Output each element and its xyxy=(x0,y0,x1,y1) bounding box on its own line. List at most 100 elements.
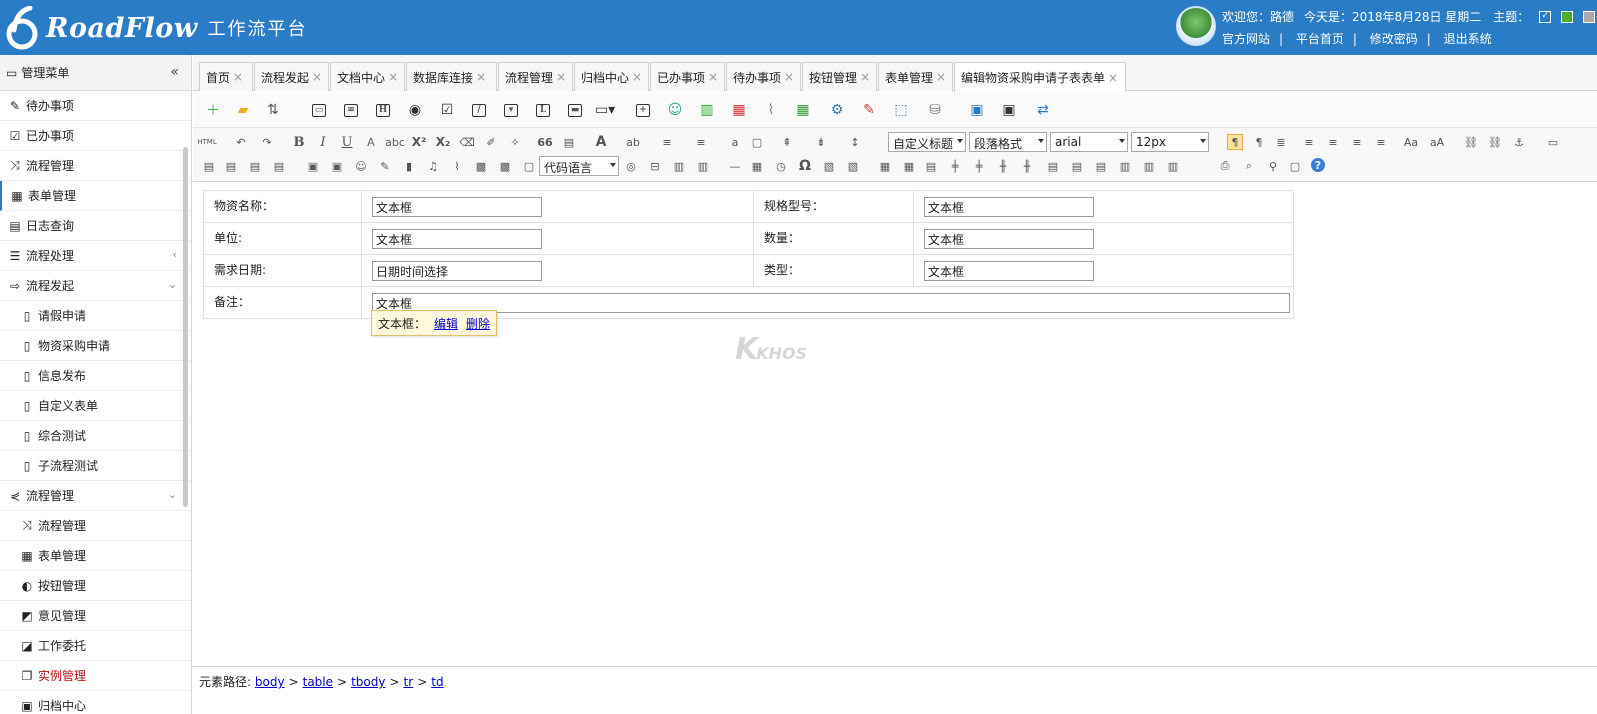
link-change-password[interactable]: 修改密码 xyxy=(1370,32,1418,46)
close-icon[interactable]: × xyxy=(708,70,718,84)
hidden-field-icon[interactable]: ▭▾ xyxy=(595,102,615,118)
split-cols-icon[interactable]: ▥ xyxy=(1165,158,1181,174)
help-icon[interactable]: ? xyxy=(1311,158,1325,172)
select-area-icon[interactable]: ⬚ xyxy=(893,102,909,118)
simple-upload-icon[interactable]: ▣ xyxy=(305,158,321,174)
align-left-icon[interactable]: ≡ xyxy=(1301,134,1317,150)
special-char-icon[interactable]: Ω xyxy=(797,158,813,174)
code-language-select[interactable]: 代码语言 xyxy=(539,156,619,176)
redo-icon[interactable]: ↷ xyxy=(259,134,275,150)
tab[interactable]: 首页 × xyxy=(199,62,253,91)
form-textbox[interactable]: 文本框 xyxy=(924,229,1094,249)
insert-paragraph-icon[interactable]: ▤ xyxy=(923,158,939,174)
delete-col-icon[interactable]: ╫ xyxy=(1019,158,1035,174)
sidebar-item[interactable]: ⤨ 流程管理 xyxy=(0,151,191,181)
merge-cells-icon[interactable]: ▤ xyxy=(1045,158,1061,174)
tooltip-edit-link[interactable]: 编辑 xyxy=(434,317,458,331)
tooltip-delete-link[interactable]: 删除 xyxy=(466,317,490,331)
tab[interactable]: 待办事项 × xyxy=(726,62,801,91)
close-icon[interactable]: × xyxy=(632,70,642,84)
sidebar-item[interactable]: ✎ 待办事项 xyxy=(0,91,191,121)
close-icon[interactable]: × xyxy=(388,70,398,84)
snapscreen-icon[interactable]: ▧ xyxy=(821,158,837,174)
background-icon[interactable]: ▥ xyxy=(671,158,687,174)
button-control-icon[interactable]: ▬ xyxy=(567,102,583,118)
form-textbox[interactable]: 文本框 xyxy=(924,197,1094,217)
path-element-link[interactable]: table xyxy=(303,675,333,689)
strikethrough-icon[interactable]: abc xyxy=(385,134,405,150)
format-brush-icon[interactable]: ✐ xyxy=(483,134,499,150)
settings-icon[interactable]: ⚙ xyxy=(829,102,845,118)
unordered-list-icon[interactable]: ≡ xyxy=(693,134,709,150)
align-right-icon[interactable]: ≡ xyxy=(1349,134,1365,150)
clear-doc-icon[interactable]: ▢ xyxy=(749,134,765,150)
publish-icon[interactable]: ⇄ xyxy=(1035,102,1051,118)
sidebar-item[interactable]: ◩ 意见管理 xyxy=(0,601,191,631)
wordimage-icon[interactable]: ▧ xyxy=(845,158,861,174)
close-icon[interactable]: × xyxy=(233,70,243,84)
image-center-icon[interactable]: ▤ xyxy=(271,158,287,174)
sidebar-item[interactable]: ▤ 日志查询 xyxy=(0,211,191,241)
insert-table-icon[interactable]: ▦ xyxy=(877,158,893,174)
paragraph-select[interactable]: 段落格式 xyxy=(969,132,1047,152)
remark-textbox[interactable]: 文本框 xyxy=(372,293,1290,313)
attachment-icon[interactable]: ⌇ xyxy=(449,158,465,174)
logo[interactable]: RoadFlow 工作流平台 xyxy=(4,5,308,50)
image-right-icon[interactable]: ▤ xyxy=(247,158,263,174)
tab[interactable]: 归档中心 × xyxy=(574,62,649,91)
image-left-icon[interactable]: ▤ xyxy=(201,158,217,174)
open-folder-icon[interactable]: ▰ xyxy=(235,102,251,118)
textbox-icon[interactable]: ▭ xyxy=(311,102,327,118)
datetime-icon[interactable]: / xyxy=(471,102,487,118)
time-icon[interactable]: ◷ xyxy=(773,158,789,174)
grid-icon[interactable]: ▦ xyxy=(795,102,811,118)
font-border-icon[interactable]: Ａ xyxy=(363,134,379,150)
sidebar-item[interactable]: ◪ 工作委托 xyxy=(0,631,191,661)
tab[interactable]: 按钮管理 × xyxy=(802,62,877,91)
theme-green-option[interactable] xyxy=(1561,10,1574,23)
add-field-icon[interactable]: + xyxy=(635,102,651,118)
delete-row-icon[interactable]: ╪ xyxy=(971,158,987,174)
pen-icon[interactable]: ✎ xyxy=(861,102,877,118)
bold-icon[interactable]: B xyxy=(291,134,307,150)
italic-icon[interactable]: I xyxy=(315,134,331,150)
avatar[interactable] xyxy=(1176,6,1216,46)
font-family-select[interactable]: arial xyxy=(1050,132,1128,152)
map-icon[interactable]: ▩ xyxy=(473,158,489,174)
form-textbox[interactable]: 文本框 xyxy=(372,197,542,217)
sidebar-item[interactable]: ☰ 流程处理 ‹ xyxy=(0,241,191,271)
insert-row-icon[interactable]: ╪ xyxy=(947,158,963,174)
radio-icon[interactable]: ◉ xyxy=(407,102,423,118)
form-textbox[interactable]: 文本框 xyxy=(924,261,1094,281)
tab[interactable]: 流程管理 × xyxy=(498,62,573,91)
import-icon[interactable]: ⇅ xyxy=(265,102,281,118)
date-icon[interactable]: ▦ xyxy=(749,158,765,174)
highlight-icon[interactable]: ab xyxy=(625,134,641,150)
database-icon[interactable]: ⛁ xyxy=(927,102,943,118)
merge-right-icon[interactable]: ▤ xyxy=(1069,158,1085,174)
user-select-icon[interactable]: ☺ xyxy=(667,102,683,118)
close-icon[interactable]: × xyxy=(476,70,486,84)
sidebar-scrollbar[interactable] xyxy=(183,147,188,507)
link-logout[interactable]: 退出系统 xyxy=(1444,32,1492,46)
ltr-icon[interactable]: ¶ xyxy=(1227,134,1243,150)
theme-gray-option[interactable] xyxy=(1583,10,1596,23)
row-spacing-top-icon[interactable]: ⇞ xyxy=(779,134,795,150)
path-element-link[interactable]: tr xyxy=(404,675,414,689)
frame-icon[interactable]: ▢ xyxy=(521,158,537,174)
link-official-site[interactable]: 官方网站 xyxy=(1222,32,1270,46)
link-platform-home[interactable]: 平台首页 xyxy=(1296,32,1344,46)
font-size-select[interactable]: 12px xyxy=(1131,132,1209,152)
magic-icon[interactable]: ✧ xyxy=(507,134,523,150)
to-upper-icon[interactable]: Aa xyxy=(1403,134,1419,150)
sidebar-item[interactable]: ◐ 按钮管理 xyxy=(0,571,191,601)
page-break-icon[interactable]: ◎ xyxy=(623,158,639,174)
scrawl-icon[interactable]: ✎ xyxy=(377,158,393,174)
split-rows-icon[interactable]: ▥ xyxy=(1141,158,1157,174)
close-icon[interactable]: × xyxy=(312,70,322,84)
insert-image-icon[interactable]: ▣ xyxy=(329,158,345,174)
close-icon[interactable]: × xyxy=(556,70,566,84)
html-source-icon[interactable]: HTML xyxy=(197,134,216,150)
template-icon[interactable]: ⊟ xyxy=(647,158,663,174)
split-cells-icon[interactable]: ▥ xyxy=(1117,158,1133,174)
